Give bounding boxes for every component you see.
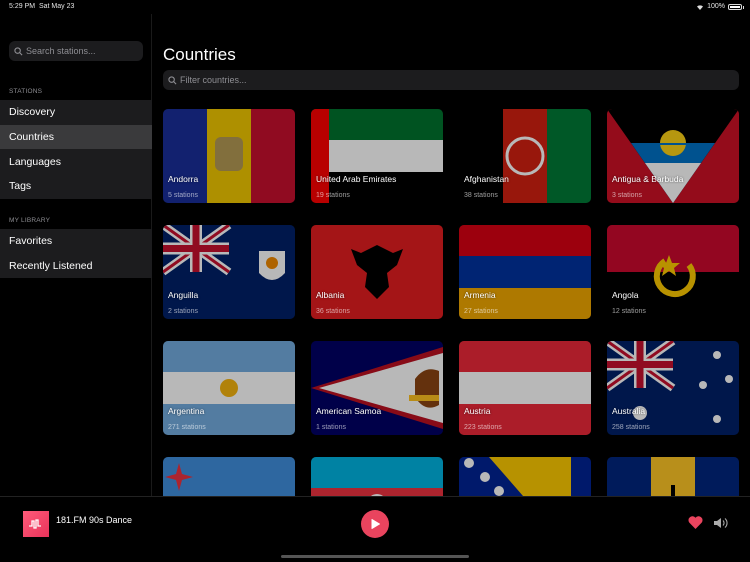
stations-group: Discovery Countries Languages Tags [0, 100, 152, 199]
station-artwork[interactable] [23, 511, 49, 537]
station-count: 258 stations [612, 424, 650, 431]
page-title: Countries [163, 45, 236, 64]
card-overlay [607, 341, 739, 435]
card-overlay [311, 341, 443, 435]
country-name: Austria [464, 406, 491, 416]
country-name: Albania [316, 290, 345, 300]
country-card[interactable]: Barbados [607, 457, 739, 496]
country-card[interactable]: Australia 258 stations [607, 341, 739, 435]
sidebar-item-tags[interactable]: Tags [0, 174, 152, 199]
country-name: Armenia [464, 290, 496, 300]
status-bar: 5:29 PM Sat May 23 100% [0, 0, 750, 14]
station-name[interactable]: 181.FM 90s Dance [56, 515, 132, 525]
country-name: Anguilla [168, 290, 199, 300]
sidebar-item-languages[interactable]: Languages [0, 149, 152, 174]
station-count: 2 stations [168, 308, 198, 315]
country-name: Andorra [168, 174, 199, 184]
country-card[interactable]: Afghanistan 38 stations [459, 109, 591, 203]
country-name: United Arab Emirates [316, 174, 397, 184]
country-card[interactable]: Aruba [163, 457, 295, 496]
sidebar-item-countries[interactable]: Countries [0, 124, 152, 150]
country-card[interactable]: Andorra 5 stations [163, 109, 295, 203]
home-indicator [281, 555, 469, 558]
card-overlay [311, 225, 443, 319]
country-card[interactable]: Azerbaijan [311, 457, 443, 496]
card-overlay [163, 109, 295, 203]
station-count: 36 stations [316, 308, 350, 315]
card-overlay [607, 457, 739, 496]
station-count: 19 stations [316, 192, 350, 199]
card-overlay [163, 341, 295, 435]
country-name: American Samoa [316, 406, 382, 416]
battery-icon [728, 3, 744, 10]
country-card[interactable]: Austria 223 stations [459, 341, 591, 435]
station-count: 1 stations [316, 424, 346, 431]
card-overlay [163, 225, 295, 319]
card-overlay [311, 457, 443, 496]
play-icon [371, 519, 380, 529]
country-name: Afghanistan [464, 174, 509, 184]
sidebar-item-recently-listened[interactable]: Recently Listened [0, 254, 152, 279]
main-content: Countries Filter countries... Andorra 5 s… [153, 14, 750, 496]
country-card[interactable]: Angola 12 stations [607, 225, 739, 319]
library-group: Favorites Recently Listened [0, 229, 152, 279]
station-count: 27 stations [464, 308, 498, 315]
heart-icon[interactable] [688, 516, 703, 529]
status-time: 5:29 PM Sat May 23 [9, 3, 74, 10]
country-card[interactable]: American Samoa 1 stations [311, 341, 443, 435]
wifi-icon [697, 4, 704, 10]
card-overlay [459, 225, 591, 319]
station-count: 223 stations [464, 424, 502, 431]
battery-percent: 100% [707, 3, 725, 10]
sidebar-item-favorites[interactable]: Favorites [0, 229, 152, 254]
now-playing-bar: 181.FM 90s Dance [0, 496, 750, 562]
country-card[interactable]: Albania 36 stations [311, 225, 443, 319]
country-name: Argentina [168, 406, 205, 416]
time: 5:29 PM [9, 3, 36, 10]
country-name: Angola [612, 290, 639, 300]
search-placeholder: Search stations... [26, 46, 96, 56]
date: Sat May 23 [38, 3, 75, 10]
search-icon [14, 46, 23, 55]
card-overlay [311, 109, 443, 203]
country-card[interactable]: Anguilla 2 stations [163, 225, 295, 319]
country-name: Australia [612, 406, 646, 416]
card-overlay [607, 109, 739, 203]
section-header-my-library: MY LIBRARY [9, 217, 51, 224]
card-overlay [459, 457, 591, 496]
station-count: 271 stations [168, 424, 206, 431]
sidebar: Search stations... STATIONS Discovery Co… [0, 14, 152, 496]
card-overlay [459, 109, 591, 203]
country-card[interactable]: Argentina 271 stations [163, 341, 295, 435]
filter-placeholder: Filter countries... [180, 75, 247, 85]
search-stations-input[interactable]: Search stations... [9, 41, 143, 61]
country-card[interactable]: United Arab Emirates 19 stations [311, 109, 443, 203]
station-count: 38 stations [464, 192, 498, 199]
country-name: Antigua & Barbuda [612, 174, 684, 184]
section-header-stations: STATIONS [9, 88, 43, 95]
station-count: 3 stations [612, 192, 642, 199]
station-count: 5 stations [168, 192, 198, 199]
search-icon [168, 75, 177, 84]
sidebar-item-discovery[interactable]: Discovery [0, 100, 152, 125]
card-overlay [459, 341, 591, 435]
waveform-icon [29, 519, 41, 529]
country-card[interactable]: Antigua & Barbuda 3 stations [607, 109, 739, 203]
card-overlay [163, 457, 295, 496]
filter-countries-input[interactable]: Filter countries... [163, 70, 739, 90]
station-count: 12 stations [612, 308, 646, 315]
card-overlay [607, 225, 739, 319]
country-card[interactable]: Armenia 27 stations [459, 225, 591, 319]
country-card[interactable]: Bosnia & Herzegovina [459, 457, 591, 496]
play-button[interactable] [361, 510, 389, 538]
volume-icon[interactable] [713, 517, 729, 529]
